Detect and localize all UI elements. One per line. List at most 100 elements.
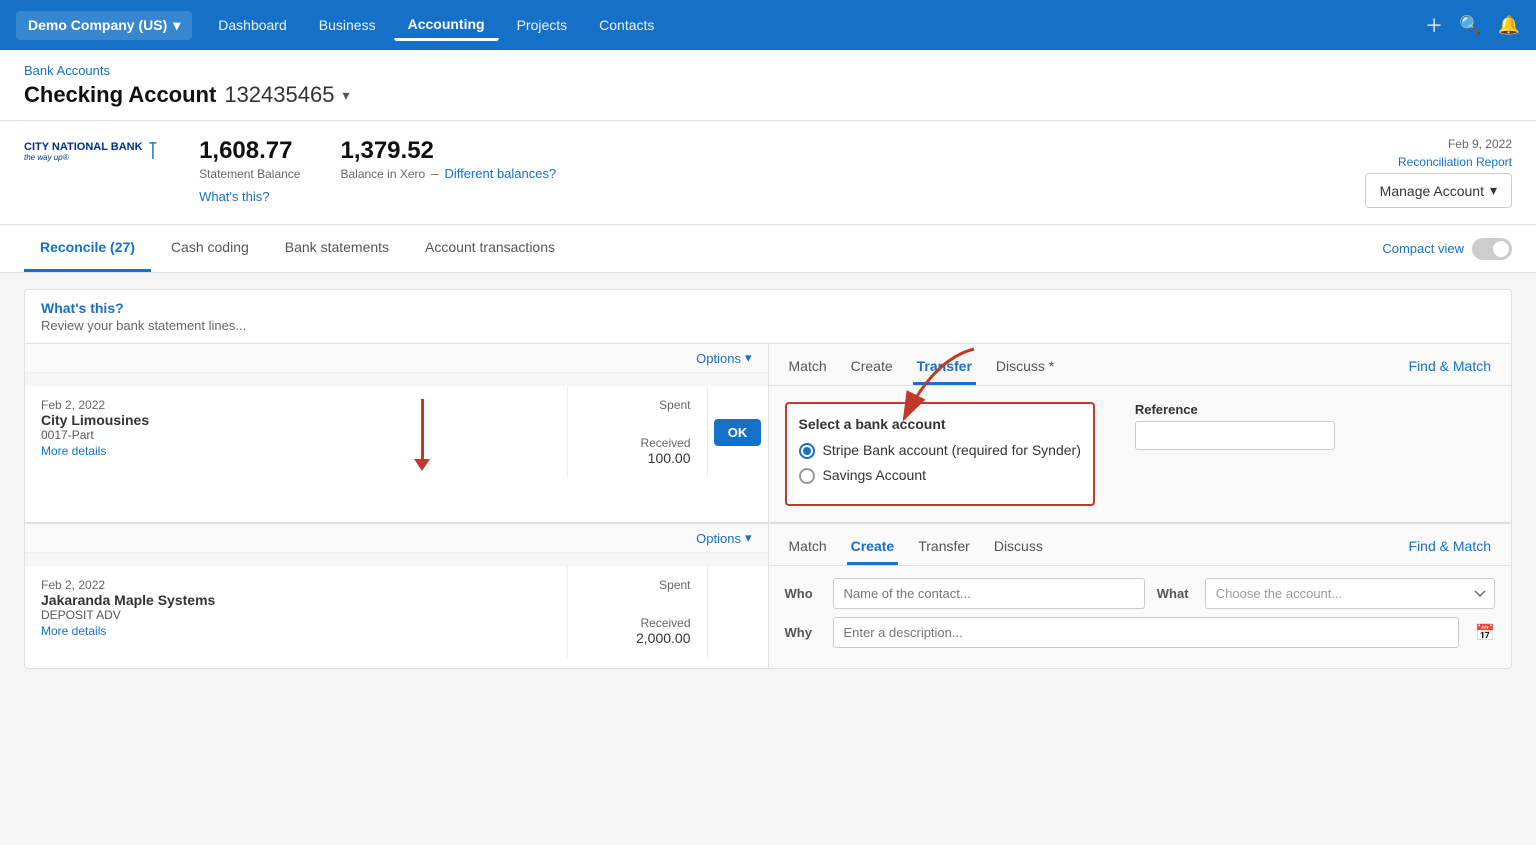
whats-this-link[interactable]: What's this? <box>199 189 300 204</box>
bank-info-bar: CITY NATIONAL BANK the way up® ⊺ 1,608.7… <box>0 121 1536 225</box>
calendar-icon[interactable]: 📅 <box>1475 623 1495 643</box>
notification-icon[interactable]: 🔔 <box>1498 15 1520 36</box>
statement-balance-label: Statement Balance <box>199 167 300 181</box>
breadcrumb-area: Bank Accounts Checking Account 132435465… <box>0 50 1536 121</box>
transaction2-amounts: Spent Received 2,000.00 <box>568 566 708 658</box>
why-input[interactable] <box>833 617 1460 648</box>
transaction2-spent-label: Spent <box>584 578 691 592</box>
what-select[interactable]: Choose the account... <box>1205 578 1495 609</box>
options-chevron-icon: ▾ <box>745 350 752 366</box>
tab-bank-statements[interactable]: Bank statements <box>269 225 405 272</box>
nav-projects[interactable]: Projects <box>503 11 582 39</box>
bank-name-text: CITY NATIONAL BANK <box>24 141 143 153</box>
match-tab-create[interactable]: Create <box>847 352 897 385</box>
search-icon[interactable]: 🔍 <box>1459 15 1481 36</box>
match-tab-transfer[interactable]: Transfer <box>913 352 976 385</box>
transaction1-date: Feb 2, 2022 <box>41 398 551 412</box>
transaction2-more-details[interactable]: More details <box>41 624 106 638</box>
transaction1-amounts: Spent Received 100.00 <box>568 386 708 478</box>
transaction1-received-amount: 100.00 <box>584 450 691 466</box>
what-label: What <box>1157 586 1193 601</box>
statement-balance-section: 1,608.77 Statement Balance What's this? <box>199 137 300 204</box>
reference-label: Reference <box>1135 402 1335 417</box>
match-tab-match[interactable]: Match <box>785 352 831 385</box>
breadcrumb-bank-accounts[interactable]: Bank Accounts <box>24 63 110 78</box>
tab-account-transactions[interactable]: Account transactions <box>409 225 571 272</box>
transaction1-ok-button[interactable]: OK <box>714 419 762 446</box>
transaction1-ref: 0017-Part <box>41 428 551 442</box>
brand-label: Demo Company (US) <box>28 17 167 33</box>
compact-view-toggle[interactable] <box>1472 238 1512 260</box>
match-tab-discuss[interactable]: Discuss * <box>992 352 1058 385</box>
tabs-bar: Reconcile (27) Cash coding Bank statemen… <box>0 225 1536 273</box>
manage-section: Feb 9, 2022 Reconciliation Report Manage… <box>1365 137 1512 208</box>
transaction1-info: Feb 2, 2022 City Limousines 0017-Part Mo… <box>25 386 568 478</box>
transaction1-received-label: Received <box>584 436 691 450</box>
why-label: Why <box>785 625 821 640</box>
xero-balance-amount: 1,379.52 <box>340 137 433 165</box>
transaction2-action <box>708 566 768 658</box>
find-match-link-2[interactable]: Find & Match <box>1405 532 1495 565</box>
reference-input[interactable] <box>1135 421 1335 450</box>
compact-view-section: Compact view <box>1382 238 1512 260</box>
xero-balance-section: 1,379.52 Balance in Xero – Different bal… <box>340 137 556 181</box>
match2-tab-discuss[interactable]: Discuss <box>990 532 1047 565</box>
whats-this-title[interactable]: What's this? <box>41 300 1495 316</box>
bank-account-select-box: Select a bank account Stripe Bank accoun… <box>785 402 1095 506</box>
radio-stripe-label: Stripe Bank account (required for Synder… <box>823 442 1081 458</box>
different-balances-link[interactable]: Different balances? <box>444 166 556 181</box>
transaction1-match-tabs: Match Create Transfer Discuss * Find & M… <box>769 344 1512 386</box>
match2-tab-transfer[interactable]: Transfer <box>914 532 974 565</box>
match2-tab-create[interactable]: Create <box>847 532 899 565</box>
transaction2-received-label: Received <box>584 616 691 630</box>
transaction2-options-button[interactable]: Options ▾ <box>696 530 751 546</box>
compact-view-label: Compact view <box>1382 241 1464 256</box>
radio-stripe-bank[interactable]: Stripe Bank account (required for Synder… <box>799 442 1081 459</box>
bank-logo: CITY NATIONAL BANK the way up® ⊺ <box>24 137 159 166</box>
transaction2-info: Feb 2, 2022 Jakaranda Maple Systems DEPO… <box>25 566 568 658</box>
nav-dashboard[interactable]: Dashboard <box>204 11 301 39</box>
select-bank-account-label: Select a bank account <box>799 416 1081 432</box>
who-label: Who <box>785 586 821 601</box>
account-number: 132435465 <box>224 82 334 108</box>
options2-chevron-icon: ▾ <box>745 530 752 546</box>
nav-business[interactable]: Business <box>305 11 390 39</box>
reconciliation-report-link[interactable]: Reconciliation Report <box>1398 155 1512 169</box>
transaction1-spent-label: Spent <box>584 398 691 412</box>
nav-accounting[interactable]: Accounting <box>394 10 499 41</box>
manage-account-label: Manage Account <box>1380 183 1484 199</box>
transaction1-more-details[interactable]: More details <box>41 444 106 458</box>
transaction1-action: OK <box>708 386 768 478</box>
account-dropdown-icon[interactable]: ▾ <box>342 87 349 104</box>
bank-logo-graphic: ⊺ <box>147 137 160 166</box>
who-input[interactable] <box>833 578 1145 609</box>
transaction2-ref: DEPOSIT ADV <box>41 608 551 622</box>
main-content: What's this? Review your bank statement … <box>0 273 1536 845</box>
tab-cash-coding[interactable]: Cash coding <box>155 225 265 272</box>
radio-savings[interactable]: Savings Account <box>799 467 1081 484</box>
transaction2-date: Feb 2, 2022 <box>41 578 551 592</box>
manage-account-button[interactable]: Manage Account ▾ <box>1365 173 1512 208</box>
brand-chevron: ▾ <box>173 17 180 34</box>
nav-contacts[interactable]: Contacts <box>585 11 668 39</box>
radio-savings-btn[interactable] <box>799 468 815 484</box>
account-title: Checking Account <box>24 82 216 108</box>
reconcile-date: Feb 9, 2022 <box>1448 137 1512 151</box>
find-match-link-1[interactable]: Find & Match <box>1405 352 1495 385</box>
top-navigation: Demo Company (US) ▾ Dashboard Business A… <box>0 0 1536 50</box>
transaction2-received-amount: 2,000.00 <box>584 630 691 646</box>
radio-stripe-btn[interactable] <box>799 443 815 459</box>
xero-balance-label: Balance in Xero <box>340 167 425 181</box>
transaction2-name: Jakaranda Maple Systems <box>41 592 551 608</box>
match2-tab-match[interactable]: Match <box>785 532 831 565</box>
statement-balance-amount: 1,608.77 <box>199 137 300 165</box>
add-icon[interactable]: ＋ <box>1425 12 1443 38</box>
whats-this-desc: Review your bank statement lines... <box>41 318 1495 333</box>
transaction1-name: City Limousines <box>41 412 551 428</box>
reference-section: Reference <box>1135 402 1335 450</box>
radio-savings-label: Savings Account <box>823 467 927 483</box>
transaction1-options-button[interactable]: Options ▾ <box>696 350 751 366</box>
tab-reconcile[interactable]: Reconcile (27) <box>24 225 151 272</box>
bank-tagline: the way up® <box>24 153 143 162</box>
brand-menu[interactable]: Demo Company (US) ▾ <box>16 11 192 40</box>
